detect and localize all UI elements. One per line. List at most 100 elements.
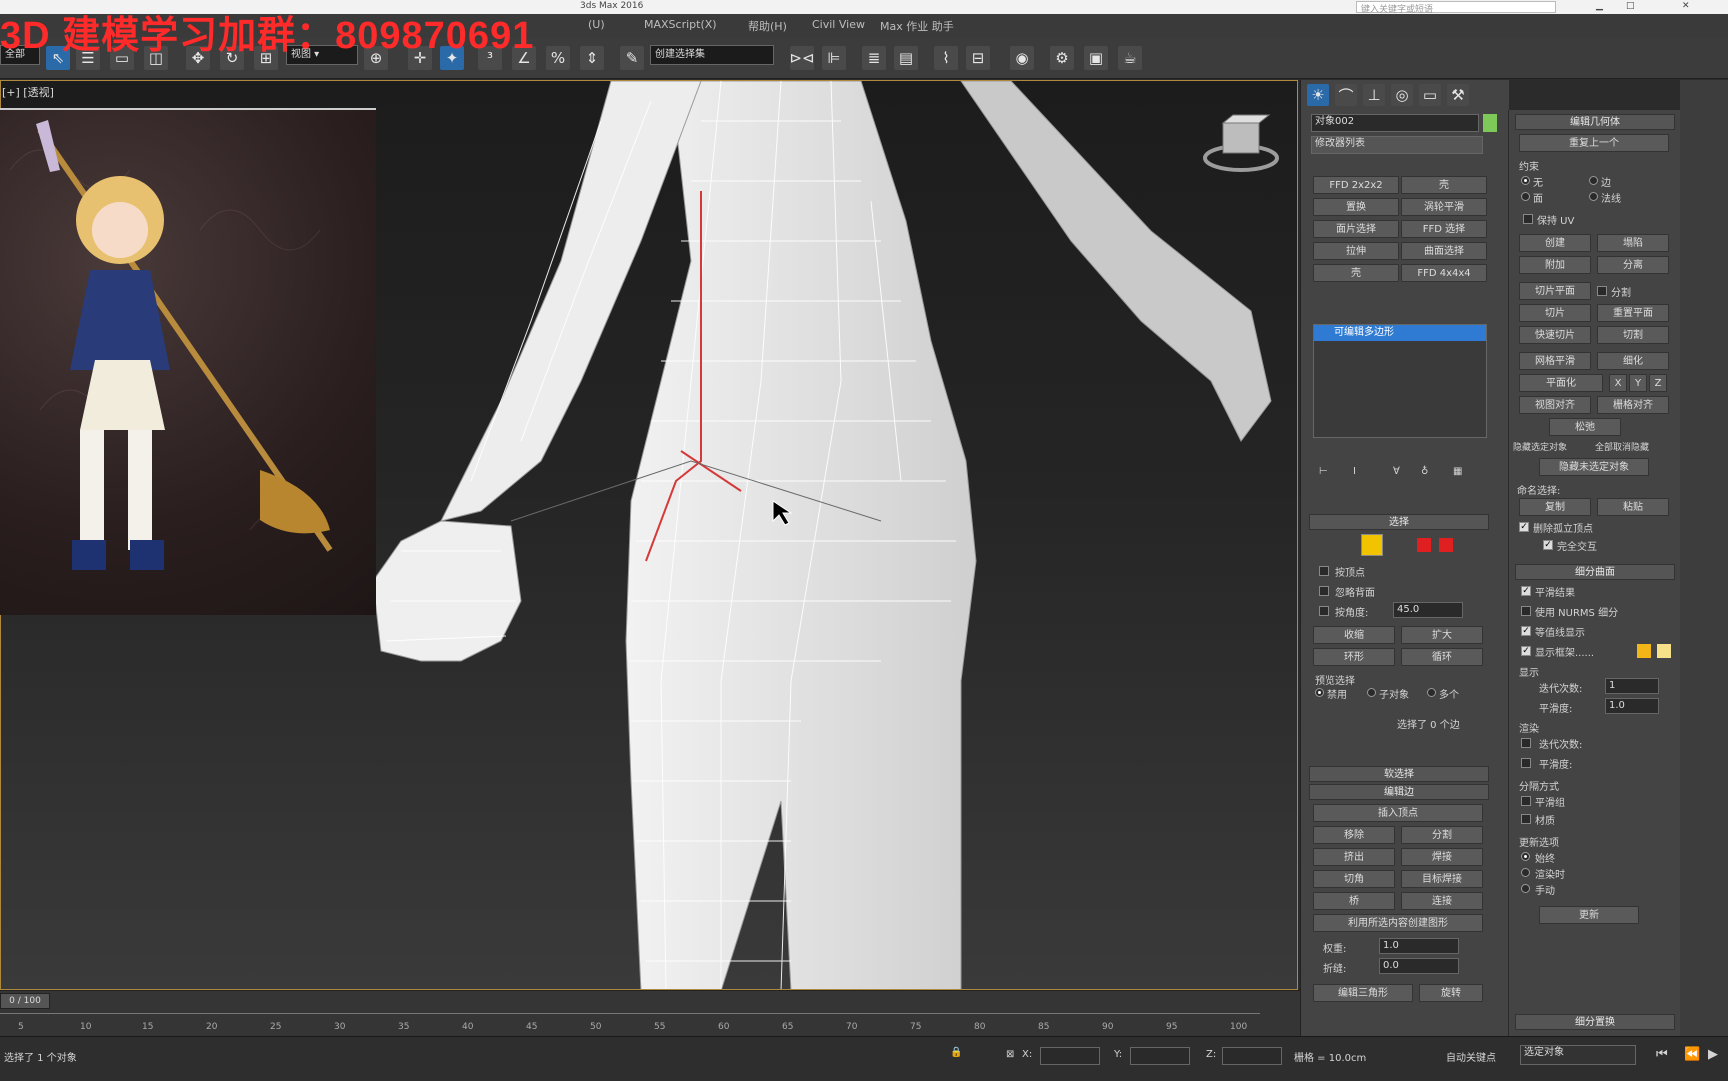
reset-plane-button[interactable]: 重置平面 xyxy=(1597,304,1669,322)
lock-selection-icon[interactable]: 🔒 xyxy=(950,1047,962,1058)
update-always-radio[interactable] xyxy=(1521,852,1530,861)
graphite-ribbon-icon[interactable]: ▤ xyxy=(894,46,918,70)
attach-button[interactable]: 附加 xyxy=(1519,256,1591,274)
spinner-snap-icon[interactable]: ⇕ xyxy=(580,46,604,70)
edit-geometry-header[interactable]: 编辑几何体 xyxy=(1515,114,1675,130)
viewport-label[interactable]: [+] [透视] xyxy=(2,84,54,100)
turbosmooth-button[interactable]: 涡轮平滑 xyxy=(1401,198,1487,216)
meshsmooth-button[interactable]: 网格平滑 xyxy=(1519,352,1591,370)
menu-item-u[interactable]: (U) xyxy=(588,18,605,31)
smoothness-input[interactable]: 1.0 xyxy=(1605,698,1659,714)
turn-button[interactable]: 旋转 xyxy=(1419,984,1483,1002)
hide-selected-link[interactable]: 隐藏选定对象 xyxy=(1513,440,1567,453)
copy-button[interactable]: 复制 xyxy=(1519,498,1591,516)
go-to-start-icon[interactable]: ⏮ xyxy=(1656,1047,1668,1062)
quickslice-button[interactable]: 快速切片 xyxy=(1519,326,1591,344)
constraint-edge-radio[interactable] xyxy=(1589,176,1598,185)
time-slider[interactable]: 0 / 100 xyxy=(0,993,50,1009)
create-shape-button[interactable]: 利用所选内容创建图形 xyxy=(1313,914,1483,932)
vertex-mode-icon[interactable] xyxy=(1361,534,1383,556)
collapse-button[interactable]: 塌陷 xyxy=(1597,234,1669,252)
menu-item-help[interactable]: 帮助(H) xyxy=(748,18,787,34)
motion-tab-icon[interactable]: ◎ xyxy=(1391,84,1413,106)
percent-snap-icon[interactable]: % xyxy=(546,46,570,70)
maximize-icon[interactable]: □ xyxy=(1626,1,1635,11)
shrink-button[interactable]: 收缩 xyxy=(1313,626,1395,644)
preserve-uv-checkbox[interactable] xyxy=(1523,214,1533,224)
smoothing-groups-checkbox[interactable] xyxy=(1521,796,1531,806)
subdivision-surface-header[interactable]: 细分曲面 xyxy=(1515,564,1675,580)
pin-stack-icon[interactable]: ⊢ xyxy=(1319,466,1328,477)
render-frame-icon[interactable]: ▣ xyxy=(1084,46,1108,70)
menu-item-maxscript[interactable]: MAXScript(X) xyxy=(644,18,717,31)
preview-multi-radio[interactable] xyxy=(1427,688,1436,697)
use-nurms-checkbox[interactable] xyxy=(1521,606,1531,616)
crease-input[interactable]: 0.0 xyxy=(1379,958,1459,974)
material-editor-icon[interactable]: ◉ xyxy=(1010,46,1034,70)
by-angle-checkbox[interactable] xyxy=(1319,606,1329,616)
menu-item-civil-view[interactable]: Civil View xyxy=(812,18,865,31)
displace-button[interactable]: 置换 xyxy=(1313,198,1399,216)
by-vertex-checkbox[interactable] xyxy=(1319,566,1329,576)
detach-button[interactable]: 分离 xyxy=(1597,256,1669,274)
minimize-icon[interactable]: ▁ xyxy=(1596,1,1603,11)
play-icon[interactable]: ▶ xyxy=(1708,1047,1718,1062)
angle-input[interactable]: 45.0 xyxy=(1393,602,1463,618)
update-button[interactable]: 更新 xyxy=(1539,906,1639,924)
render-iterations-checkbox[interactable] xyxy=(1521,738,1531,748)
view-align-button[interactable]: 视图对齐 xyxy=(1519,396,1591,414)
repeat-last-button[interactable]: 重复上一个 xyxy=(1519,134,1669,152)
close-icon[interactable]: ✕ xyxy=(1682,1,1690,11)
show-end-result-icon[interactable]: Ⅰ xyxy=(1353,466,1356,477)
ignore-backfacing-checkbox[interactable] xyxy=(1319,586,1329,596)
panel-scroll-area[interactable] xyxy=(1680,80,1728,1036)
stack-item-editable-poly[interactable]: 可编辑多边形 xyxy=(1314,325,1486,341)
edit-triangulation-button[interactable]: 编辑三角形 xyxy=(1313,984,1413,1002)
make-unique-icon[interactable]: ∀ xyxy=(1393,466,1400,477)
schematic-view-icon[interactable]: ⊟ xyxy=(966,46,990,70)
patch-select-button[interactable]: 面片选择 xyxy=(1313,220,1399,238)
planar-x-button[interactable]: X xyxy=(1609,374,1627,392)
border-mode-icon[interactable] xyxy=(1417,538,1431,552)
display-tab-icon[interactable]: ▭ xyxy=(1419,84,1441,106)
constraint-normal-radio[interactable] xyxy=(1589,192,1598,201)
grid-align-button[interactable]: 栅格对齐 xyxy=(1597,396,1669,414)
search-input[interactable]: 键入关键字或短语 xyxy=(1356,1,1556,15)
preview-subobject-radio[interactable] xyxy=(1367,688,1376,697)
cage-color-2-swatch[interactable] xyxy=(1657,644,1671,658)
iterations-input[interactable]: 1 xyxy=(1605,678,1659,694)
split-checkbox[interactable] xyxy=(1597,286,1607,296)
z-coordinate-field[interactable] xyxy=(1222,1047,1282,1065)
shell-button-2[interactable]: 壳 xyxy=(1313,264,1399,282)
create-tab-icon[interactable]: ☀ xyxy=(1307,84,1329,106)
unhide-all-link[interactable]: 全部取消隐藏 xyxy=(1595,440,1649,453)
ffd-222-button[interactable]: FFD 2x2x2 xyxy=(1313,176,1399,194)
delete-isolated-checkbox[interactable]: ✓ xyxy=(1519,522,1529,532)
update-manual-radio[interactable] xyxy=(1521,884,1530,893)
grow-button[interactable]: 扩大 xyxy=(1401,626,1483,644)
loop-button[interactable]: 循环 xyxy=(1401,648,1483,666)
slice-plane-button[interactable]: 切片平面 xyxy=(1519,282,1591,300)
subdivision-displacement-header[interactable]: 细分置换 xyxy=(1515,1014,1675,1030)
split-button[interactable]: 分割 xyxy=(1401,826,1483,844)
object-color-swatch[interactable] xyxy=(1483,114,1497,132)
isoline-display-checkbox[interactable]: ✓ xyxy=(1521,626,1531,636)
utilities-tab-icon[interactable]: ⚒ xyxy=(1447,84,1469,106)
smooth-result-checkbox[interactable]: ✓ xyxy=(1521,586,1531,596)
surface-select-button[interactable]: 曲面选择 xyxy=(1401,242,1487,260)
materials-checkbox[interactable] xyxy=(1521,814,1531,824)
target-weld-button[interactable]: 目标焊接 xyxy=(1401,870,1483,888)
viewcube-icon[interactable] xyxy=(1203,114,1279,172)
make-planar-button[interactable]: 平面化 xyxy=(1519,374,1603,392)
cage-color-1-swatch[interactable] xyxy=(1637,644,1651,658)
object-name-field[interactable]: 对象002 xyxy=(1311,114,1479,132)
planar-y-button[interactable]: Y xyxy=(1629,374,1647,392)
element-mode-icon[interactable] xyxy=(1439,538,1453,552)
shell-button[interactable]: 壳 xyxy=(1401,176,1487,194)
create-button[interactable]: 创建 xyxy=(1519,234,1591,252)
extrude-button[interactable]: 挤出 xyxy=(1313,848,1395,866)
render-teapot-icon[interactable]: ☕ xyxy=(1118,46,1142,70)
render-setup-icon[interactable]: ⚙ xyxy=(1050,46,1074,70)
weight-input[interactable]: 1.0 xyxy=(1379,938,1459,954)
bridge-button[interactable]: 桥 xyxy=(1313,892,1395,910)
